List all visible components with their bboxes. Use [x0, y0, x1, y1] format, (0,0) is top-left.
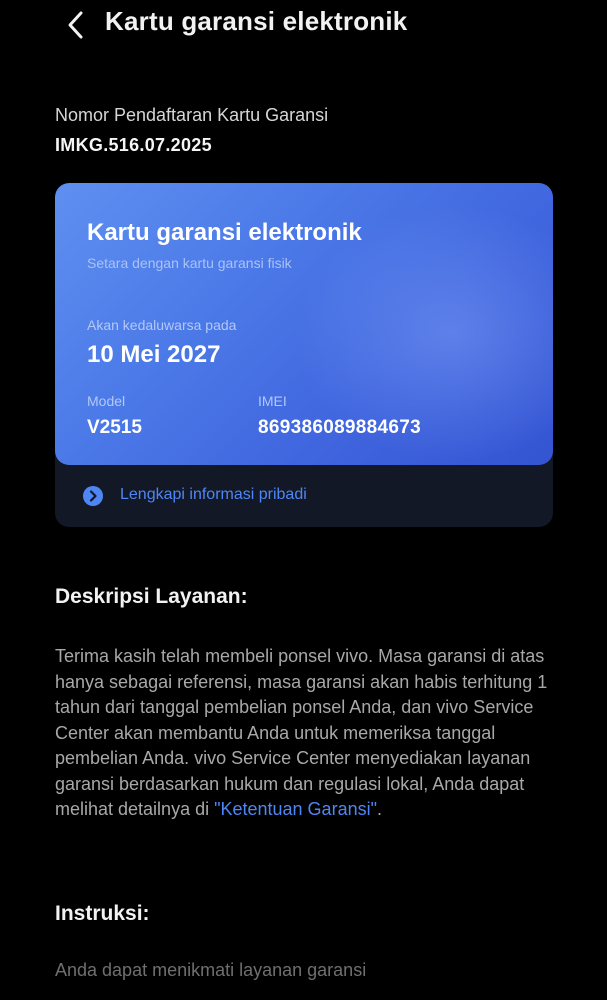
service-description-end: .	[376, 799, 382, 819]
chevron-left-icon	[68, 11, 83, 39]
service-description-text: Terima kasih telah membeli ponsel vivo. …	[55, 644, 555, 823]
circle-chevron-right-icon	[83, 486, 103, 506]
warranty-terms-link[interactable]: "Ketentuan Garansi"	[214, 799, 377, 819]
service-description-title: Deskripsi Layanan:	[55, 585, 248, 608]
model-label: Model	[87, 393, 126, 409]
back-button[interactable]	[58, 6, 92, 44]
service-description-body: Terima kasih telah membeli ponsel vivo. …	[55, 646, 548, 819]
expiry-label: Akan kedaluwarsa pada	[87, 317, 237, 333]
warranty-card-screen: Kartu garansi elektronik Nomor Pendaftar…	[0, 0, 607, 1000]
instructions-text: Anda dapat menikmati layanan garansi	[55, 960, 367, 980]
expiry-date: 10 Mei 2027	[87, 341, 221, 368]
warranty-card[interactable]: Kartu garansi elektronik Setara dengan k…	[55, 183, 553, 465]
card-subtitle: Setara dengan kartu garansi fisik	[87, 255, 292, 271]
imei-value: 869386089884673	[258, 417, 422, 438]
complete-personal-info-label: Lengkapi informasi pribadi	[120, 486, 307, 503]
complete-personal-info-link[interactable]: Lengkapi informasi pribadi	[55, 465, 553, 527]
page-title: Kartu garansi elektronik	[105, 6, 408, 36]
warranty-card-container: Kartu garansi elektronik Setara dengan k…	[55, 183, 553, 527]
registration-number-value: IMKG.516.07.2025	[55, 135, 212, 155]
instructions-title: Instruksi:	[55, 902, 150, 925]
registration-number-label: Nomor Pendaftaran Kartu Garansi	[55, 105, 329, 125]
imei-label: IMEI	[258, 393, 287, 409]
model-value: V2515	[87, 417, 142, 438]
card-title: Kartu garansi elektronik	[87, 219, 362, 246]
top-bar: Kartu garansi elektronik	[0, 0, 607, 50]
